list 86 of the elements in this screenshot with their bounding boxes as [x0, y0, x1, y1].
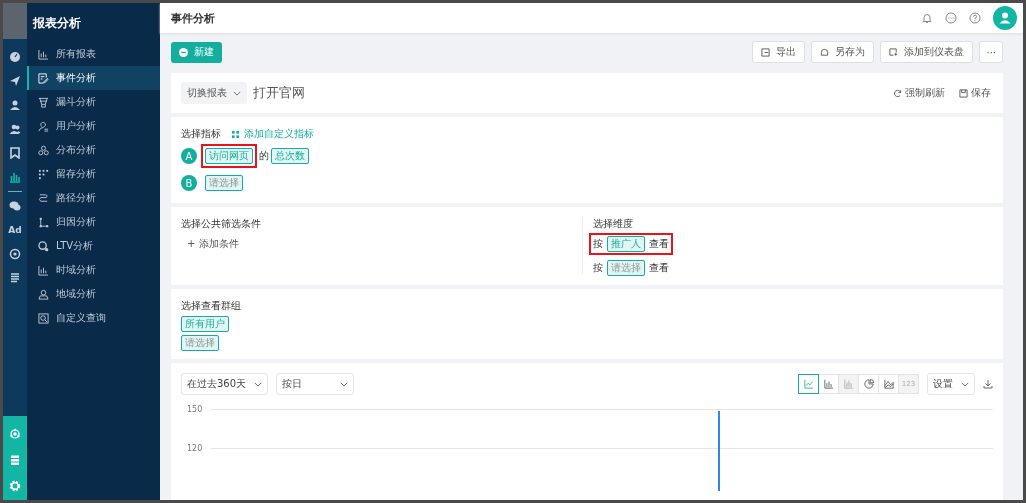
network-icon[interactable]	[9, 428, 21, 440]
add-condition-button[interactable]: + 添加条件	[181, 237, 239, 251]
chevron-down-icon	[254, 381, 263, 387]
joiner-text: 的	[259, 149, 269, 163]
line-chart-icon	[803, 379, 814, 389]
server-icon[interactable]	[9, 454, 21, 466]
sidebar-item[interactable]: 事件分析	[27, 66, 160, 90]
metric-letter-badge: B	[181, 175, 197, 191]
view-text: 查看	[649, 237, 669, 251]
stacked-bar-icon	[843, 379, 854, 389]
report-name: 打开官网	[253, 84, 305, 102]
bars-icon[interactable]	[9, 171, 21, 183]
sidebar-item[interactable]: 所有报表	[27, 42, 160, 66]
by-text: 按	[593, 237, 603, 251]
pie-chart-icon	[863, 379, 874, 389]
refresh-icon	[893, 88, 902, 98]
bar-chart-icon	[823, 379, 834, 389]
target-icon[interactable]	[9, 248, 21, 260]
section-title: 选择指标	[181, 127, 221, 141]
chevron-down-icon	[961, 381, 969, 387]
save-icon	[959, 88, 968, 98]
area-chart-button[interactable]	[878, 374, 899, 394]
toolbar-button[interactable]: 另存为	[811, 41, 875, 63]
pie-chart-button[interactable]	[858, 374, 879, 394]
user-icon	[38, 120, 49, 132]
sidebar-item[interactable]: 分布分析	[27, 138, 160, 162]
y-axis-label: 120	[187, 444, 204, 453]
section-title: 选择维度	[593, 217, 633, 231]
funnel-icon	[38, 96, 49, 108]
area-chart-icon	[883, 379, 894, 389]
nodes-icon	[38, 216, 49, 228]
chevron-down-icon	[340, 381, 349, 387]
help-icon[interactable]	[969, 12, 981, 24]
path-icon	[38, 192, 49, 204]
bar-chart-icon	[38, 264, 49, 276]
sidebar-item[interactable]: 时域分析	[27, 258, 160, 282]
sidebar-item[interactable]: 地域分析	[27, 282, 160, 306]
sidebar-item[interactable]: 漏斗分析	[27, 90, 160, 114]
metric-letter-badge: A	[181, 148, 197, 164]
toolbar-button[interactable]: 添加到仪表盘	[880, 41, 974, 63]
circles-icon	[38, 144, 49, 156]
sidebar-item[interactable]: 路径分析	[27, 186, 160, 210]
section-title: 选择查看群组	[181, 299, 242, 313]
dashboard-icon[interactable]	[9, 51, 21, 63]
refresh-button[interactable]: 强制刷新	[885, 86, 945, 100]
avatar-icon[interactable]	[993, 6, 1017, 30]
chat-icon[interactable]	[9, 200, 21, 212]
add-icon	[889, 47, 899, 57]
user-icon[interactable]	[9, 99, 21, 111]
export-icon	[761, 47, 771, 57]
ad-nav-item[interactable]: Ad	[8, 224, 22, 236]
more-button[interactable]: ···	[979, 41, 1003, 63]
notification-icon[interactable]	[921, 12, 933, 24]
save-button[interactable]: 保存	[951, 86, 991, 100]
search-icon	[38, 312, 49, 324]
page-title: 事件分析	[171, 10, 215, 26]
sidebar-item[interactable]: 归因分析	[27, 210, 160, 234]
sidebar-item[interactable]: 留存分析	[27, 162, 160, 186]
settings-icon[interactable]	[9, 480, 21, 492]
date-range-select[interactable]: 在过去360天	[181, 373, 269, 395]
logo-placeholder	[3, 3, 27, 39]
grid-icon	[231, 129, 240, 139]
sidebar-item[interactable]: LTV分析	[27, 234, 160, 258]
toolbar-button[interactable]: 导出	[752, 41, 806, 63]
send-icon[interactable]	[9, 75, 21, 87]
users-icon[interactable]	[9, 123, 21, 135]
by-text: 按	[593, 261, 603, 275]
download-icon[interactable]	[983, 379, 993, 389]
bar-chart-icon	[38, 48, 49, 60]
sidebar-item[interactable]: 用户分析	[27, 114, 160, 138]
dots-icon	[38, 168, 49, 180]
view-text: 查看	[649, 261, 669, 275]
sidebar-item[interactable]: 自定义查询	[27, 306, 160, 330]
y-axis-label: 150	[187, 405, 204, 414]
chevron-down-icon	[233, 90, 241, 96]
section-title: 选择公共筛选条件	[181, 217, 261, 231]
granularity-select[interactable]: 按日	[276, 373, 355, 395]
coin-icon	[38, 240, 49, 252]
list-icon[interactable]	[9, 272, 21, 284]
location-icon	[38, 288, 49, 300]
settings-dropdown[interactable]: 设置	[927, 373, 975, 395]
switch-report-dropdown[interactable]: 切换报表	[181, 82, 247, 104]
line-chart-button[interactable]	[798, 374, 819, 394]
bookmark-icon[interactable]	[9, 147, 21, 159]
edit-icon	[38, 72, 49, 84]
sidebar-title: 报表分析	[32, 15, 82, 32]
